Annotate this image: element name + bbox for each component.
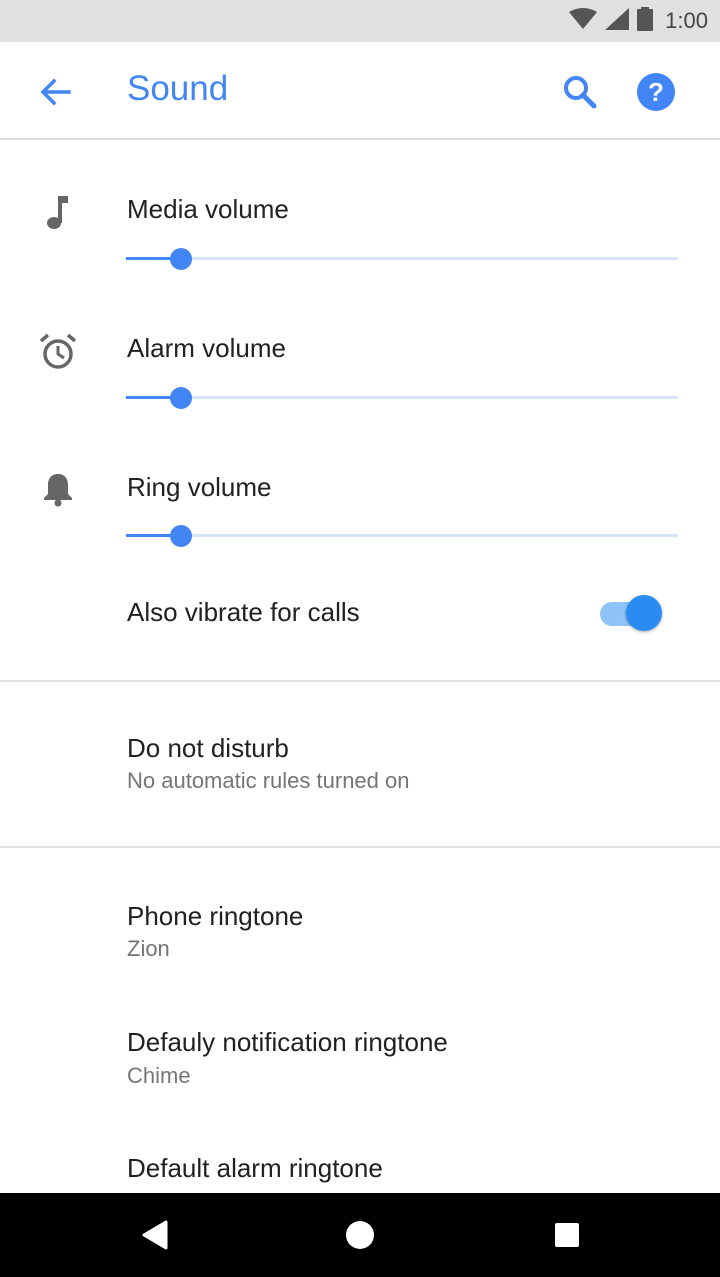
slider-thumb[interactable] (170, 248, 193, 270)
do-not-disturb-summary: No automatic rules turned on (127, 768, 410, 793)
toggle-thumb (626, 595, 662, 631)
ring-volume-label: Ring volume (127, 472, 272, 502)
status-clock: 1:00 (665, 8, 708, 33)
battery-icon (637, 6, 654, 36)
notification-ringtone-value: Chime (127, 1063, 191, 1088)
vibrate-label: Also vibrate for calls (127, 597, 360, 627)
phone-ringtone-label[interactable]: Phone ringtone (127, 901, 303, 932)
alarm-ringtone-label[interactable]: Default alarm ringtone (127, 1153, 383, 1184)
help-icon[interactable]: ? (632, 68, 680, 116)
alarm-clock-icon (36, 330, 80, 374)
back-triangle-icon[interactable] (124, 1205, 184, 1265)
wifi-icon (569, 7, 598, 35)
slider-track (126, 534, 678, 537)
media-volume-slider[interactable] (126, 247, 678, 271)
divider (0, 680, 720, 682)
slider-thumb[interactable] (170, 387, 193, 409)
vibrate-toggle[interactable] (596, 593, 666, 633)
notification-ringtone-label[interactable]: Defauly notification ringtone (127, 1027, 448, 1058)
svg-text:?: ? (648, 77, 664, 107)
bell-icon (36, 467, 80, 511)
alarm-volume-label: Alarm volume (127, 333, 286, 363)
slider-track (126, 396, 678, 399)
divider (0, 846, 720, 848)
music-note-icon (36, 190, 80, 234)
home-circle-icon[interactable] (330, 1205, 390, 1265)
ring-volume-slider[interactable] (126, 524, 678, 548)
app-bar: Sound ? (0, 42, 720, 140)
do-not-disturb-label[interactable]: Do not disturb (127, 733, 289, 764)
alarm-volume-slider[interactable] (126, 386, 678, 410)
status-icons: 1:00 (569, 0, 708, 42)
status-bar: 1:00 (0, 0, 720, 42)
recents-square-icon[interactable] (537, 1205, 597, 1265)
search-icon[interactable] (556, 68, 604, 116)
back-arrow-icon[interactable] (32, 69, 78, 115)
signal-icon (605, 7, 630, 35)
slider-thumb[interactable] (170, 525, 193, 547)
navigation-bar (0, 1193, 720, 1277)
media-volume-label: Media volume (127, 194, 289, 224)
slider-track (126, 257, 678, 260)
page-title: Sound (127, 69, 229, 108)
phone-ringtone-value: Zion (127, 936, 170, 961)
